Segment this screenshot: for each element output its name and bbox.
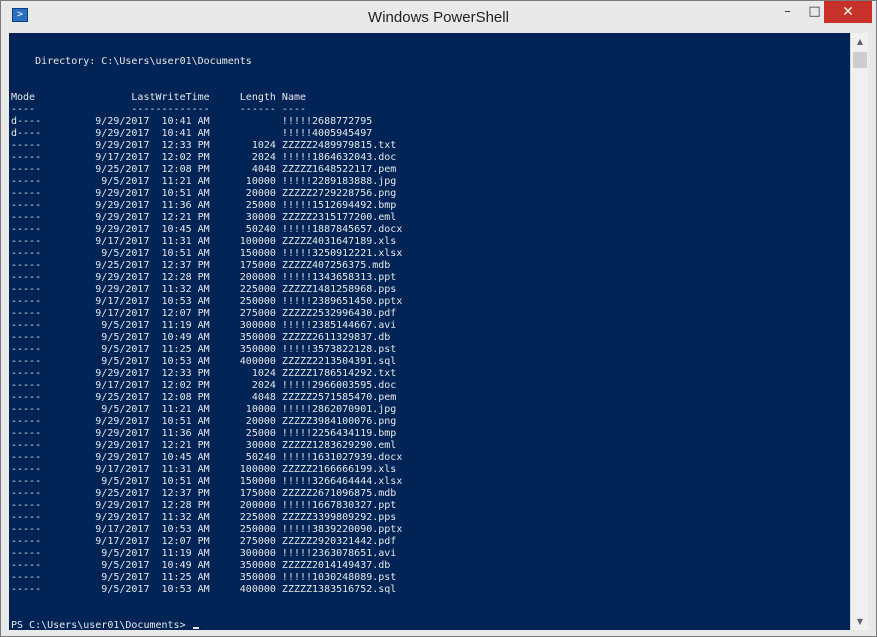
list-item: ----- 9/5/2017 11:21 AM 10000 !!!!!28620…: [11, 404, 397, 415]
list-item: ----- 9/5/2017 10:53 AM 400000 ZZZZZ2213…: [11, 356, 397, 367]
scroll-down-icon[interactable]: ▼: [851, 613, 869, 630]
vertical-scrollbar[interactable]: ▲ ▼: [850, 33, 869, 630]
list-item: ----- 9/17/2017 12:07 PM 275000 ZZZZZ292…: [11, 536, 397, 547]
window-left-border: [1, 33, 9, 630]
list-item: ----- 9/29/2017 12:28 PM 200000 !!!!!166…: [11, 500, 397, 511]
console-area[interactable]: Directory: C:\Users\user01\Documents Mod…: [9, 33, 850, 630]
list-item: ----- 9/29/2017 10:51 AM 20000 ZZZZZ3984…: [11, 416, 397, 427]
list-item: ----- 9/17/2017 10:53 AM 250000 !!!!!238…: [11, 296, 403, 307]
command-prompt[interactable]: PS C:\Users\user01\Documents>: [11, 620, 199, 630]
list-item: ----- 9/5/2017 10:51 AM 150000 !!!!!3266…: [11, 476, 403, 487]
list-item: ----- 9/25/2017 12:37 PM 175000 ZZZZZ267…: [11, 488, 397, 499]
list-item: ----- 9/17/2017 10:53 AM 250000 !!!!!383…: [11, 524, 403, 535]
list-item: ----- 9/29/2017 12:21 PM 30000 ZZZZZ1283…: [11, 440, 397, 451]
list-item: ----- 9/5/2017 11:21 AM 10000 !!!!!22891…: [11, 176, 397, 187]
window-title: Windows PowerShell: [368, 9, 509, 26]
list-item: d---- 9/29/2017 10:41 AM !!!!!4005945497: [11, 128, 373, 139]
list-item: ----- 9/29/2017 11:32 AM 225000 ZZZZZ339…: [11, 512, 397, 523]
listing-rows: d---- 9/29/2017 10:41 AM !!!!!2688772795…: [11, 116, 402, 596]
close-button[interactable]: ✕: [824, 1, 872, 23]
list-item: ----- 9/17/2017 12:02 PM 2024 !!!!!29660…: [11, 380, 397, 391]
list-item: ----- 9/5/2017 10:49 AM 350000 ZZZZZ2014…: [11, 560, 391, 571]
column-header: Mode LastWriteTime Length Name: [11, 92, 307, 103]
directory-line: Directory: C:\Users\user01\Documents: [11, 56, 252, 67]
list-item: ----- 9/29/2017 12:28 PM 200000 !!!!!134…: [11, 272, 397, 283]
title-bar[interactable]: > Windows PowerShell – □ ✕: [1, 1, 876, 33]
list-item: ----- 9/25/2017 12:08 PM 4048 ZZZZZ25715…: [11, 392, 397, 403]
column-underline: ---- ------------- ------ ----: [11, 104, 307, 115]
scrollbar-thumb[interactable]: [853, 52, 867, 68]
list-item: ----- 9/5/2017 11:25 AM 350000 !!!!!3573…: [11, 344, 397, 355]
minimize-button[interactable]: –: [774, 1, 801, 23]
list-item: ----- 9/29/2017 12:21 PM 30000 ZZZZZ2315…: [11, 212, 397, 223]
list-item: ----- 9/29/2017 12:33 PM 1024 ZZZZZ17865…: [11, 368, 397, 379]
prompt-text: PS C:\Users\user01\Documents>: [11, 620, 192, 630]
list-item: ----- 9/29/2017 12:33 PM 1024 ZZZZZ24899…: [11, 140, 397, 151]
text-cursor: [192, 627, 199, 629]
window-bottom-border: [1, 630, 876, 636]
list-item: ----- 9/17/2017 12:07 PM 275000 ZZZZZ253…: [11, 308, 397, 319]
list-item: ----- 9/17/2017 11:31 AM 100000 ZZZZZ403…: [11, 236, 397, 247]
list-item: ----- 9/17/2017 11:31 AM 100000 ZZZZZ216…: [11, 464, 397, 475]
list-item: ----- 9/25/2017 12:08 PM 4048 ZZZZZ16485…: [11, 164, 397, 175]
list-item: ----- 9/5/2017 10:53 AM 400000 ZZZZZ1383…: [11, 584, 397, 595]
list-item: ----- 9/5/2017 10:51 AM 150000 !!!!!3250…: [11, 248, 403, 259]
powershell-window: > Windows PowerShell – □ ✕ Directory: C:…: [0, 0, 877, 637]
window-right-border: [868, 33, 876, 630]
list-item: d---- 9/29/2017 10:41 AM !!!!!2688772795: [11, 116, 373, 127]
list-item: ----- 9/5/2017 11:25 AM 350000 !!!!!1030…: [11, 572, 397, 583]
list-item: ----- 9/25/2017 12:37 PM 175000 ZZZZZ407…: [11, 260, 391, 271]
directory-listing: Mode LastWriteTime Length Name ---- ----…: [11, 92, 402, 596]
list-item: ----- 9/29/2017 11:36 AM 25000 !!!!!2256…: [11, 428, 397, 439]
list-item: ----- 9/29/2017 10:45 AM 50240 !!!!!1887…: [11, 224, 403, 235]
list-item: ----- 9/29/2017 11:32 AM 225000 ZZZZZ148…: [11, 284, 397, 295]
scroll-up-icon[interactable]: ▲: [851, 33, 869, 50]
list-item: ----- 9/5/2017 10:49 AM 350000 ZZZZZ2611…: [11, 332, 391, 343]
list-item: ----- 9/5/2017 11:19 AM 300000 !!!!!2385…: [11, 320, 397, 331]
list-item: ----- 9/29/2017 11:36 AM 25000 !!!!!1512…: [11, 200, 397, 211]
list-item: ----- 9/17/2017 12:02 PM 2024 !!!!!18646…: [11, 152, 397, 163]
list-item: ----- 9/29/2017 10:45 AM 50240 !!!!!1631…: [11, 452, 403, 463]
list-item: ----- 9/5/2017 11:19 AM 300000 !!!!!2363…: [11, 548, 397, 559]
list-item: ----- 9/29/2017 10:51 AM 20000 ZZZZZ2729…: [11, 188, 397, 199]
